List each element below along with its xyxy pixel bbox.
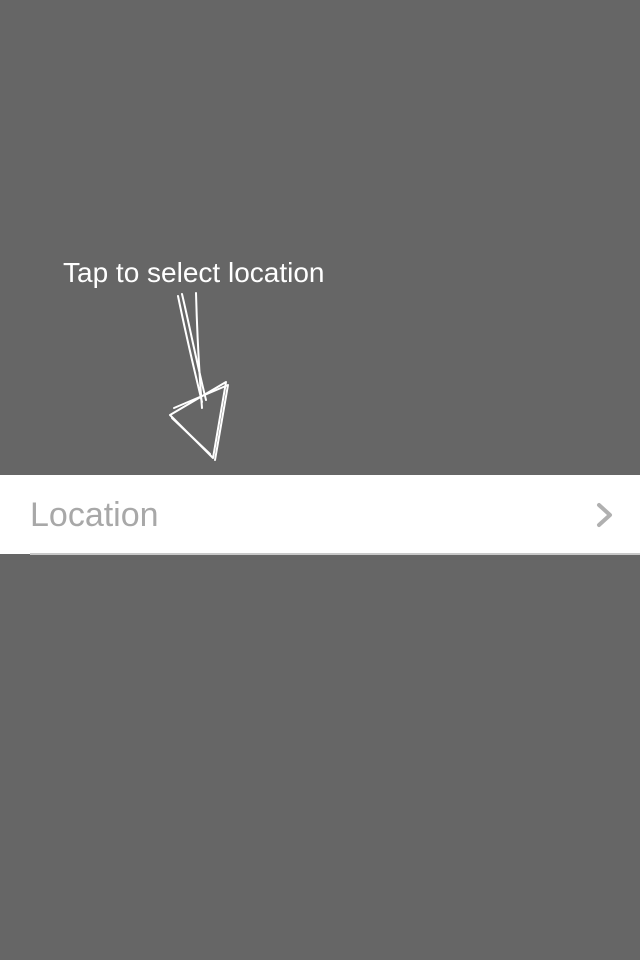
hint-text: Tap to select location — [63, 257, 325, 288]
hand-drawn-arrow-down-icon — [169, 292, 229, 461]
row-divider — [30, 553, 640, 555]
chevron-right-icon — [597, 503, 612, 527]
location-row[interactable]: Location — [0, 475, 640, 554]
location-label: Location — [30, 496, 159, 534]
